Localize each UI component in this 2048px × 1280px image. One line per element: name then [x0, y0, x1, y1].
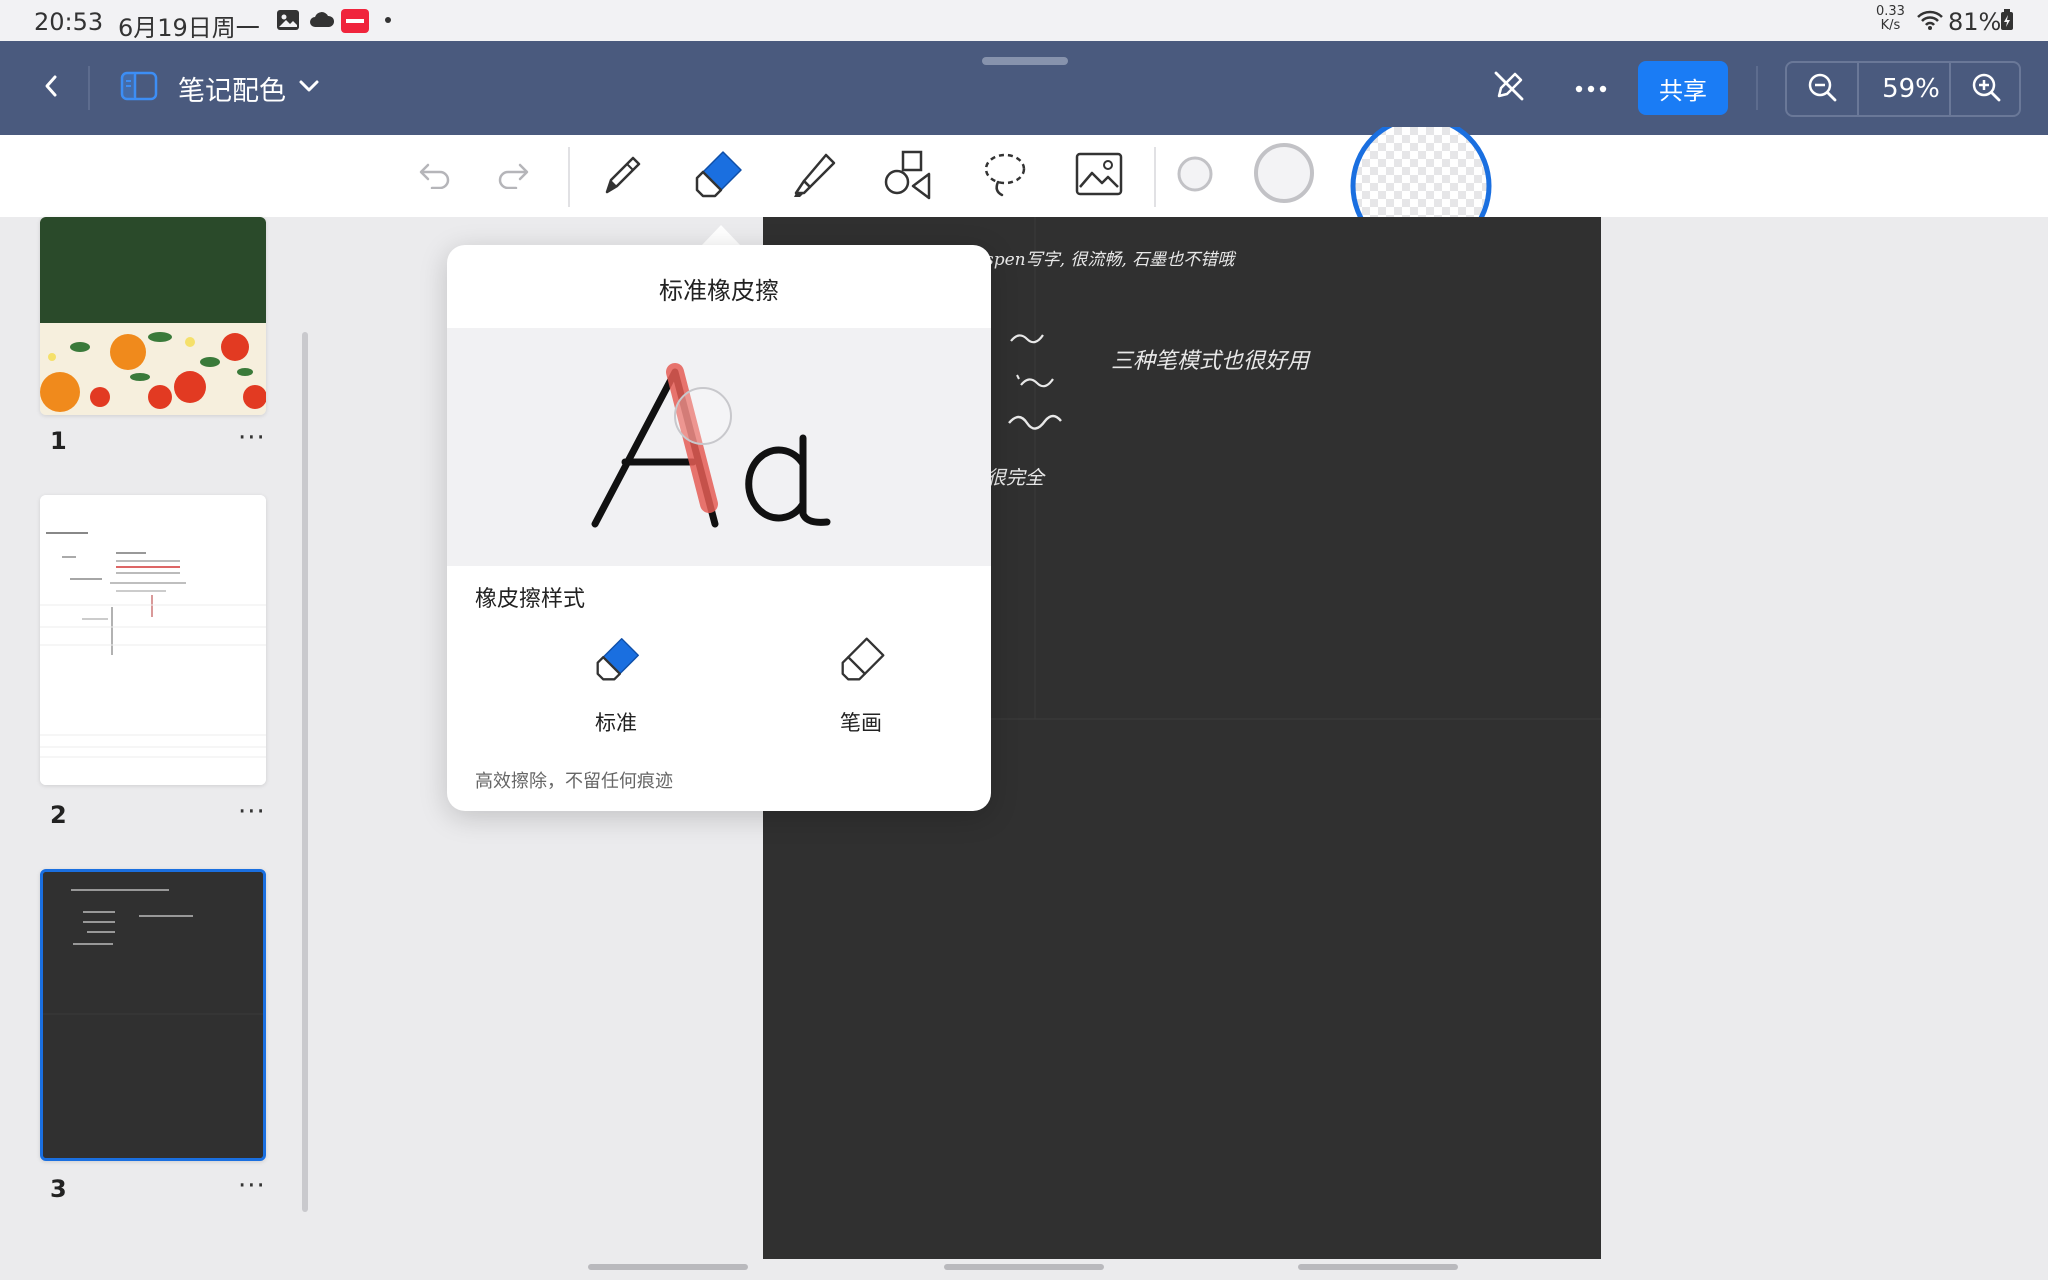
size-small-icon: [1175, 154, 1215, 198]
zoom-out-icon: [1806, 71, 1838, 107]
sidebar-toggle-button[interactable]: [114, 65, 164, 111]
popover-title: 标准橡皮擦: [659, 277, 779, 305]
title-dropdown-button[interactable]: [292, 71, 326, 105]
shapes-tool[interactable]: [878, 145, 940, 207]
size-medium-icon: [1252, 141, 1316, 209]
page-thumbnail-3[interactable]: [40, 869, 266, 1161]
undo-button[interactable]: [404, 145, 466, 207]
page-number-3: 3: [50, 1175, 67, 1203]
drawing-toolbar: [0, 127, 2048, 223]
dot-icon: [383, 9, 409, 31]
home-indicator-center: [944, 1264, 1104, 1270]
redo-icon: [494, 159, 532, 193]
sidebar-scrollbar[interactable]: [302, 332, 308, 1212]
standard-label: 标准: [595, 711, 637, 735]
xiaohongshu-icon: [341, 9, 369, 33]
highlighter-icon: [790, 149, 840, 203]
eraser-description: 高效擦除，不留任何痕迹: [475, 771, 673, 792]
chevron-down-icon: [298, 78, 320, 98]
eraser-size-large[interactable]: [1346, 127, 1496, 223]
pen-mode-toggle-button[interactable]: [1484, 63, 1534, 113]
back-icon: [41, 72, 61, 104]
redo-button[interactable]: [482, 145, 544, 207]
image-tool[interactable]: [1068, 145, 1130, 207]
gallery-icon: [276, 9, 302, 31]
popover-arrow: [701, 225, 741, 246]
eraser-style-stroke[interactable]: 笔画: [801, 635, 921, 735]
pen-tool[interactable]: [592, 145, 654, 207]
lasso-tool[interactable]: [974, 145, 1036, 207]
zoom-control: 59%: [1785, 61, 2021, 117]
eraser-icon: [693, 148, 745, 204]
document-title[interactable]: 笔记配色: [178, 69, 286, 108]
zoom-level[interactable]: 59%: [1871, 74, 1951, 104]
zoom-out-button[interactable]: [1787, 63, 1857, 115]
lasso-icon: [980, 149, 1030, 203]
image-icon: [1074, 151, 1124, 201]
cloud-icon: [309, 9, 335, 31]
page-thumbnail-1[interactable]: [40, 217, 266, 415]
battery-icon: [2000, 9, 2016, 31]
status-bar: 20:53 6月19日周一 0.33 K/s 81%: [0, 0, 2048, 42]
note-line-1: spen写字, 很流畅, 石墨也不错哦: [985, 250, 1235, 270]
page-more-button-1[interactable]: ···: [238, 423, 266, 453]
size-large-icon: [1346, 127, 1496, 223]
eraser-style-label: 橡皮擦样式: [475, 587, 586, 612]
sidebar-toggle-icon: [120, 71, 158, 105]
standard-eraser-icon: [594, 635, 642, 687]
page-more-button-3[interactable]: ···: [238, 1171, 266, 1201]
page-sidebar: 1 ··· 2 ··· 3 ···: [0, 217, 316, 1267]
undo-icon: [416, 159, 454, 193]
eraser-size-small[interactable]: [1164, 145, 1226, 207]
date: 6月19日周一: [118, 14, 260, 42]
page-more-button-2[interactable]: ···: [238, 797, 266, 827]
window-grabber[interactable]: [982, 57, 1068, 65]
share-button[interactable]: 共享: [1638, 61, 1728, 115]
home-indicator-left: [588, 1264, 748, 1270]
net-speed: 0.33 K/s: [1876, 4, 1905, 33]
eraser-size-medium[interactable]: [1250, 141, 1318, 209]
page-thumbnail-2[interactable]: [40, 495, 266, 785]
pen-icon: [599, 150, 647, 202]
back-button[interactable]: [28, 65, 74, 111]
stroke-eraser-icon: [839, 635, 887, 687]
note-line-2: 三种笔模式也很好用: [1111, 349, 1310, 374]
eraser-preview: [447, 328, 991, 566]
stroke-label: 笔画: [840, 711, 882, 735]
note-line-3: 很完全: [987, 467, 1045, 489]
eraser-style-standard[interactable]: 标准: [556, 635, 676, 735]
clock: 20:53: [34, 8, 104, 36]
shapes-icon: [883, 148, 935, 204]
eraser-settings-popover: 标准橡皮擦 橡皮擦样式 标准 笔画 高效擦除，不留任何痕迹: [447, 245, 991, 811]
battery-percentage: 81%: [1948, 8, 2002, 36]
page-number-1: 1: [50, 427, 67, 455]
zoom-in-icon: [1970, 71, 2002, 107]
more-options-button[interactable]: [1566, 63, 1616, 113]
highlighter-tool[interactable]: [784, 145, 846, 207]
title-bar: 笔记配色 共享 59%: [0, 41, 2048, 135]
page-number-2: 2: [50, 801, 67, 829]
more-icon: [1574, 79, 1608, 98]
zoom-in-button[interactable]: [1951, 63, 2021, 115]
wifi-icon: [1916, 9, 1944, 31]
pencil-off-icon: [1491, 68, 1527, 108]
eraser-tool[interactable]: [688, 145, 750, 207]
home-indicator-right: [1298, 1264, 1458, 1270]
